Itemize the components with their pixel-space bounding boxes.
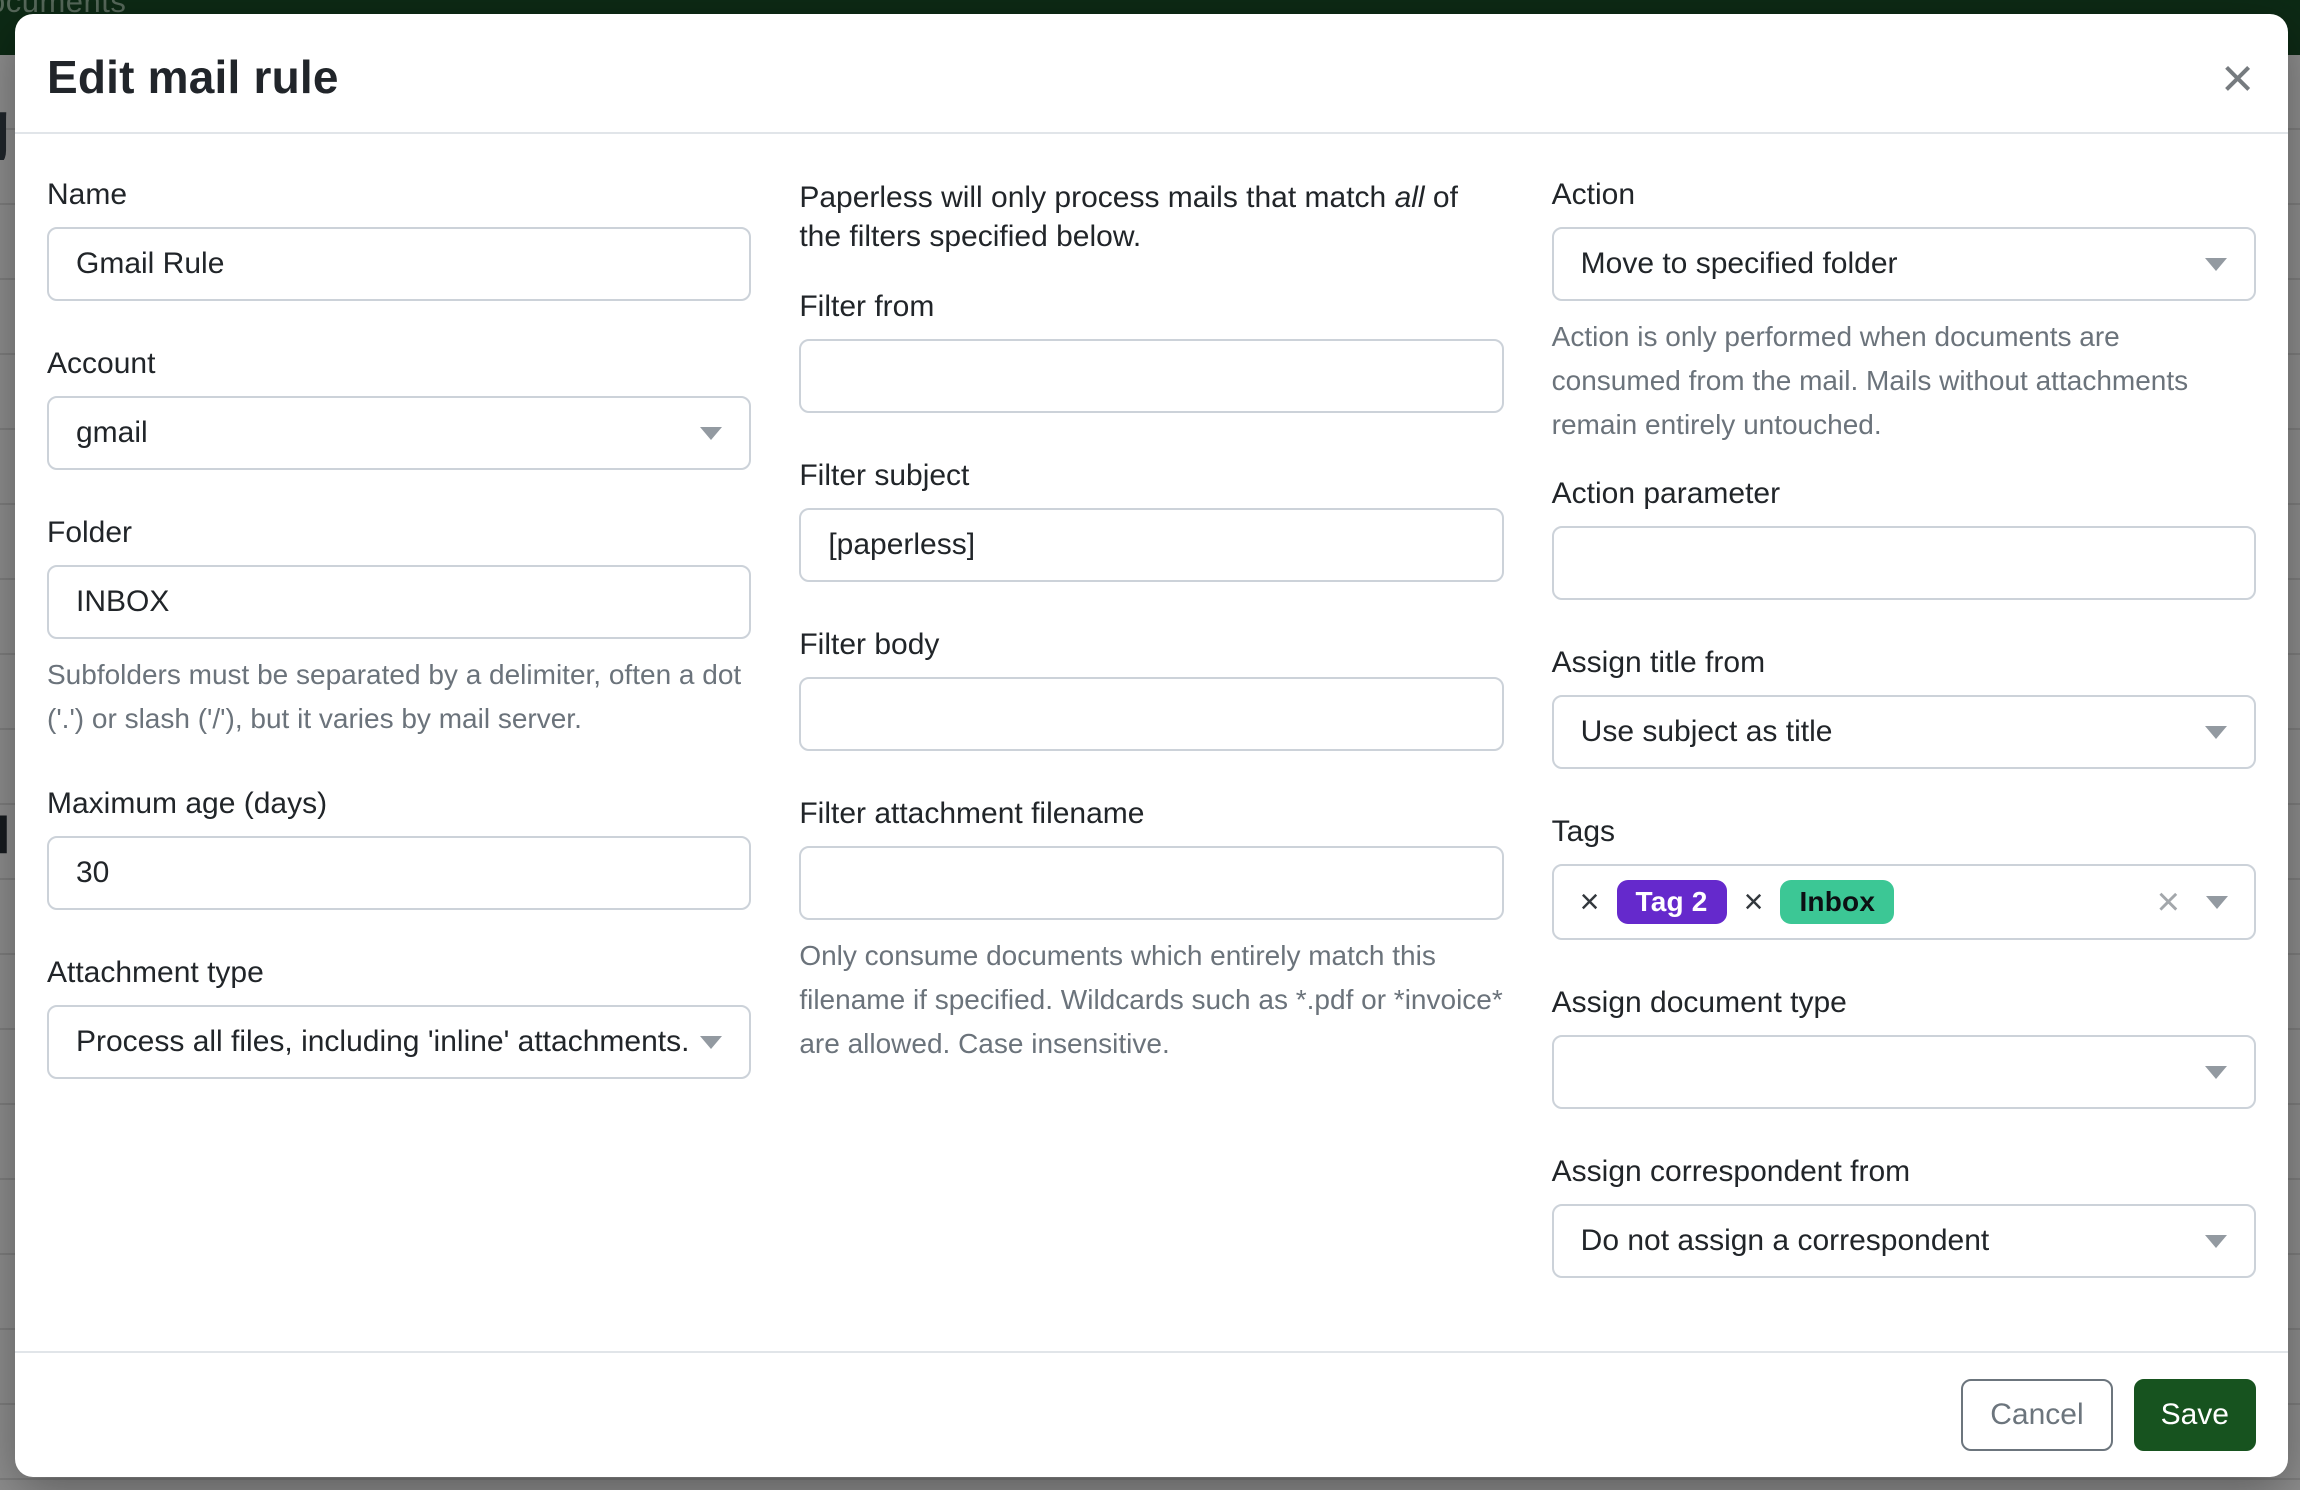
- caret-down-icon: [700, 427, 722, 440]
- tags-control-buttons: ×: [2157, 882, 2228, 922]
- assign-title-field-group: Assign title from Use subject as title: [1552, 646, 2256, 769]
- cancel-button[interactable]: Cancel: [1961, 1379, 2112, 1451]
- max-age-input[interactable]: [47, 836, 751, 910]
- column-general: Name Account gmail Folder Subfolders mus…: [47, 178, 751, 1324]
- filter-from-label: Filter from: [799, 290, 1503, 324]
- filter-body-input[interactable]: [799, 677, 1503, 751]
- action-label: Action: [1552, 178, 2256, 212]
- attachment-type-select[interactable]: Process all files, including 'inline' at…: [47, 1005, 751, 1079]
- caret-down-icon: [2205, 1235, 2227, 1248]
- filters-intro-emphasis: all: [1395, 181, 1425, 214]
- backdrop-text-fragment: u: [0, 988, 15, 1028]
- clear-tags-icon[interactable]: ×: [2157, 882, 2180, 922]
- action-select[interactable]: Move to specified folder: [1552, 227, 2256, 301]
- account-selected-value: gmail: [76, 416, 148, 450]
- action-parameter-label: Action parameter: [1552, 477, 2256, 511]
- filter-attachment-filename-label: Filter attachment filename: [799, 797, 1503, 831]
- backdrop-text-fragment: l: [0, 806, 15, 862]
- filter-subject-label: Filter subject: [799, 459, 1503, 493]
- assign-document-type-select[interactable]: [1552, 1035, 2256, 1109]
- filters-intro-text: Paperless will only process mails that m…: [799, 178, 1503, 256]
- filter-from-field-group: Filter from: [799, 290, 1503, 413]
- caret-down-icon: [700, 1036, 722, 1049]
- folder-input[interactable]: [47, 565, 751, 639]
- name-input[interactable]: [47, 227, 751, 301]
- filter-attachment-filename-hint: Only consume documents which entirely ma…: [799, 934, 1503, 1066]
- name-field-group: Name: [47, 178, 751, 301]
- tags-field-group: Tags × Tag 2 × Inbox ×: [1552, 815, 2256, 940]
- action-field-group: Action Move to specified folder Action i…: [1552, 178, 2256, 447]
- assign-doc-type-field-group: Assign document type: [1552, 986, 2256, 1109]
- max-age-field-group: Maximum age (days): [47, 787, 751, 910]
- assign-title-from-label: Assign title from: [1552, 646, 2256, 680]
- edit-mail-rule-dialog: Edit mail rule × Name Account gmail Fold…: [15, 14, 2288, 1477]
- attachment-type-label: Attachment type: [47, 956, 751, 990]
- remove-tag-icon[interactable]: ×: [1580, 885, 1600, 919]
- assign-document-type-label: Assign document type: [1552, 986, 2256, 1020]
- caret-down-icon: [2205, 1066, 2227, 1079]
- filter-body-label: Filter body: [799, 628, 1503, 662]
- account-select[interactable]: gmail: [47, 396, 751, 470]
- close-icon[interactable]: ×: [2221, 50, 2256, 98]
- folder-hint: Subfolders must be separated by a delimi…: [47, 653, 751, 741]
- backdrop-text-fragment: c: [0, 432, 15, 482]
- tag-pill: Tag 2: [1617, 880, 1727, 924]
- assign-correspondent-from-label: Assign correspondent from: [1552, 1155, 2256, 1189]
- caret-down-icon: [2206, 896, 2228, 909]
- account-field-group: Account gmail: [47, 347, 751, 470]
- action-hint: Action is only performed when documents …: [1552, 315, 2256, 447]
- dialog-title: Edit mail rule: [47, 50, 339, 104]
- dialog-body: Name Account gmail Folder Subfolders mus…: [15, 134, 2288, 1351]
- filter-from-input[interactable]: [799, 339, 1503, 413]
- backdrop-text-fragment: g: [0, 84, 15, 160]
- dialog-header: Edit mail rule ×: [15, 14, 2288, 134]
- action-parameter-field-group: Action parameter: [1552, 477, 2256, 600]
- caret-down-icon: [2205, 726, 2227, 739]
- assign-correspondent-field-group: Assign correspondent from Do not assign …: [1552, 1155, 2256, 1278]
- filter-body-field-group: Filter body: [799, 628, 1503, 751]
- tags-select[interactable]: × Tag 2 × Inbox ×: [1552, 864, 2256, 940]
- filter-attachment-filename-input[interactable]: [799, 846, 1503, 920]
- folder-label: Folder: [47, 516, 751, 550]
- tag-pill: Inbox: [1780, 880, 1894, 924]
- action-selected-value: Move to specified folder: [1581, 247, 1898, 281]
- filters-intro-prefix: Paperless will only process mails that m…: [799, 181, 1394, 214]
- dialog-footer: Cancel Save: [15, 1351, 2288, 1477]
- remove-tag-icon[interactable]: ×: [1744, 885, 1764, 919]
- tags-label: Tags: [1552, 815, 2256, 849]
- attachment-type-selected-value: Process all files, including 'inline' at…: [76, 1025, 689, 1059]
- assign-correspondent-from-select[interactable]: Do not assign a correspondent: [1552, 1204, 2256, 1278]
- column-filters: Paperless will only process mails that m…: [799, 178, 1503, 1324]
- column-actions: Action Move to specified folder Action i…: [1552, 178, 2256, 1324]
- max-age-label: Maximum age (days): [47, 787, 751, 821]
- account-label: Account: [47, 347, 751, 381]
- name-label: Name: [47, 178, 751, 212]
- folder-field-group: Folder Subfolders must be separated by a…: [47, 516, 751, 741]
- action-parameter-input[interactable]: [1552, 526, 2256, 600]
- save-button[interactable]: Save: [2134, 1379, 2256, 1451]
- filter-subject-field-group: Filter subject: [799, 459, 1503, 582]
- assign-title-from-select[interactable]: Use subject as title: [1552, 695, 2256, 769]
- filter-attachment-field-group: Filter attachment filename Only consume …: [799, 797, 1503, 1066]
- assign-title-from-selected-value: Use subject as title: [1581, 715, 1833, 749]
- backdrop-text-fragment: e: [0, 1084, 15, 1124]
- caret-down-icon: [2205, 258, 2227, 271]
- assign-correspondent-from-selected-value: Do not assign a correspondent: [1581, 1224, 1990, 1258]
- attachment-type-field-group: Attachment type Process all files, inclu…: [47, 956, 751, 1079]
- filter-subject-input[interactable]: [799, 508, 1503, 582]
